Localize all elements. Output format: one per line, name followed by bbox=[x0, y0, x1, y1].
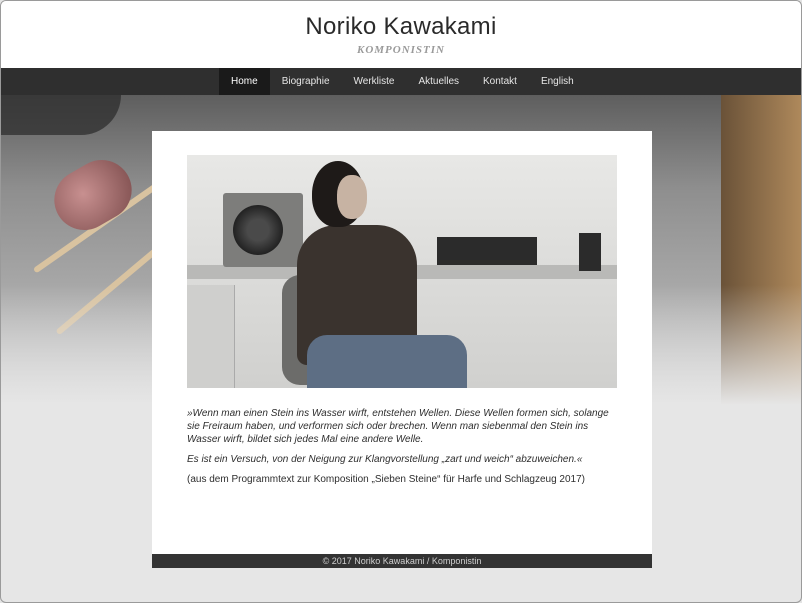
site-title[interactable]: Noriko Kawakami bbox=[1, 13, 801, 41]
quote-text: »Wenn man einen Stein ins Wasser wirft, … bbox=[187, 407, 617, 493]
photo-amplifier bbox=[437, 237, 537, 265]
content-panel: »Wenn man einen Stein ins Wasser wirft, … bbox=[152, 131, 652, 555]
nav-item-kontakt[interactable]: Kontakt bbox=[471, 68, 529, 95]
site-header: Noriko Kawakami KOMPONISTIN bbox=[1, 1, 801, 68]
composer-photo bbox=[187, 155, 617, 388]
photo-person-face bbox=[337, 175, 367, 219]
quote-paragraph-2: Es ist ein Versuch, von der Neigung zur … bbox=[187, 454, 583, 465]
nav-item-aktuelles[interactable]: Aktuelles bbox=[406, 68, 471, 95]
photo-cabinet bbox=[187, 285, 235, 388]
nav-list: Home Biographie Werkliste Aktuelles Kont… bbox=[219, 68, 586, 95]
photo-small-speaker bbox=[579, 233, 601, 271]
photo-speaker-cone bbox=[233, 205, 283, 255]
quote-paragraph-1: »Wenn man einen Stein ins Wasser wirft, … bbox=[187, 408, 609, 445]
nav-item-biographie[interactable]: Biographie bbox=[270, 68, 342, 95]
main-navigation: Home Biographie Werkliste Aktuelles Kont… bbox=[1, 68, 801, 95]
site-subtitle: KOMPONISTIN bbox=[356, 44, 445, 56]
site-footer: © 2017 Noriko Kawakami / Komponistin bbox=[152, 554, 652, 568]
nav-item-werkliste[interactable]: Werkliste bbox=[342, 68, 407, 95]
nav-item-english[interactable]: English bbox=[529, 68, 586, 95]
photo-person-legs bbox=[307, 335, 467, 388]
nav-item-home[interactable]: Home bbox=[219, 68, 270, 95]
quote-source: (aus dem Programmtext zur Komposition „S… bbox=[187, 474, 585, 485]
browser-frame: Noriko Kawakami KOMPONISTIN Home Biograp… bbox=[0, 0, 802, 603]
